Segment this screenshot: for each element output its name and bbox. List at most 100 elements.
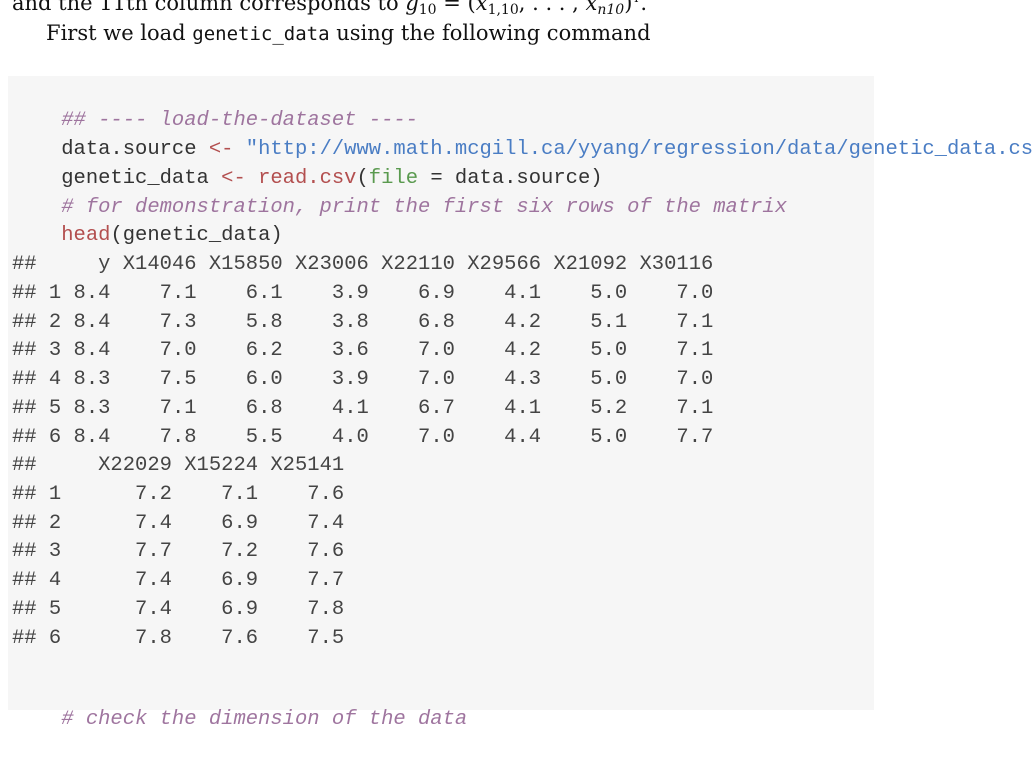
table-cell: 7.8 <box>85 626 172 650</box>
code-line-demo-comment: # for demonstration, print the first six… <box>12 165 787 219</box>
table-cell: 3.8 <box>282 310 369 334</box>
table-cell: 8.4 <box>61 281 111 305</box>
table-cell: 7.6 <box>258 482 345 506</box>
code-line-read-csv: genetic_data <- read.csv(file = data.sou… <box>12 136 602 190</box>
output-table-row: ## 6 7.8 7.6 7.5 <box>12 625 344 654</box>
column-header: X22029 <box>85 454 172 477</box>
table-cell: 7.1 <box>110 397 197 420</box>
table-cell: 5.0 <box>541 368 628 392</box>
column-header: X15224 <box>171 454 259 477</box>
row-index: 2 <box>48 310 62 334</box>
table-cell: 3.6 <box>282 339 369 363</box>
output-prefix: ## <box>12 281 49 305</box>
math-g: g <box>405 0 419 15</box>
row-index: 5 <box>48 397 62 420</box>
output-table-row: ## 2 7.4 6.9 7.4 <box>12 510 344 539</box>
table-cell: 8.4 <box>61 310 111 334</box>
math-xn: x <box>585 0 598 15</box>
table-cell: 7.7 <box>258 569 345 593</box>
table-cell: 5.8 <box>196 310 283 334</box>
table-cell: 4.0 <box>282 425 369 449</box>
row-index: 6 <box>48 425 62 449</box>
row-index: 4 <box>48 569 86 593</box>
output-prefix: ## <box>12 368 49 392</box>
output-prefix: ## <box>12 569 49 593</box>
table-cell: 6.9 <box>368 281 455 305</box>
output-table-row: ## 5 8.3 7.1 6.8 4.1 6.7 4.1 5.2 7.1 <box>12 395 713 424</box>
output-table-row: ## 6 8.4 7.8 5.5 4.0 7.0 4.4 5.0 7.7 <box>12 424 713 453</box>
table-cell: 4.1 <box>282 397 369 420</box>
output-table-row: ## 4 8.3 7.5 6.0 3.9 7.0 4.3 5.0 7.0 <box>12 366 713 395</box>
prose-text: and the 11th column corresponds to <box>12 0 406 15</box>
table-cell: 6.8 <box>368 310 455 334</box>
table-cell: 4.4 <box>454 425 542 449</box>
inline-code-genetic-data: genetic_data <box>192 23 330 45</box>
output-prefix: ## <box>12 425 49 449</box>
table-cell: 7.1 <box>171 482 259 506</box>
table-cell: 3.9 <box>282 281 369 305</box>
argument-value: genetic_data <box>122 223 271 247</box>
column-header: X15850 <box>196 253 283 276</box>
table-cell: 6.7 <box>368 397 455 420</box>
table-cell: 4.3 <box>454 368 542 392</box>
table-cell: 7.8 <box>110 425 197 449</box>
table-cell: 7.0 <box>627 281 714 305</box>
math-x1: x <box>475 0 488 15</box>
code-line-dim-comment: # check the dimension of the data <box>12 677 467 731</box>
output-prefix: ## <box>12 310 49 334</box>
code-line-data-source: data.source <- "http://www.math.mcgill.c… <box>12 107 1032 161</box>
table-cell: 7.1 <box>627 310 714 334</box>
table-cell: 7.8 <box>258 598 345 621</box>
table-cell: 7.6 <box>258 540 345 564</box>
table-cell: 6.9 <box>171 569 259 593</box>
code-chunk-label-comment: ## ---- load-the-dataset ---- <box>12 78 418 132</box>
output-prefix: ## <box>12 598 49 621</box>
row-index: 2 <box>48 511 86 535</box>
table-cell: 4.2 <box>454 310 542 334</box>
table-cell: 6.1 <box>196 281 283 305</box>
row-index: 3 <box>48 540 86 564</box>
output-table-row: ## 1 8.4 7.1 6.1 3.9 6.9 4.1 5.0 7.0 <box>12 280 713 309</box>
row-index: 1 <box>48 281 62 305</box>
table-cell: 7.4 <box>85 569 172 593</box>
table-cell: 7.1 <box>627 339 714 363</box>
output-prefix: ## <box>12 454 86 477</box>
table-cell: 7.0 <box>110 339 197 363</box>
table-cell: 6.2 <box>196 339 283 363</box>
code-chunk: ## ---- load-the-dataset ---- data.sourc… <box>8 76 1032 731</box>
table-cell: 8.4 <box>61 425 111 449</box>
column-header: X29566 <box>454 253 542 276</box>
table-cell: 7.6 <box>171 626 259 650</box>
output-header-row: ## y X14046 X15850 X23006 X22110 X29566 … <box>12 251 713 280</box>
table-cell: 4.1 <box>454 397 542 420</box>
table-cell: 7.5 <box>258 626 345 650</box>
table-cell: 7.0 <box>368 425 455 449</box>
column-header: X21092 <box>541 253 628 276</box>
code-line-head: head(genetic_data) <box>12 193 282 247</box>
output-table-row: ## 1 7.2 7.1 7.6 <box>12 481 344 510</box>
column-header: y <box>61 253 111 276</box>
table-cell: 7.7 <box>85 540 172 564</box>
output-prefix: ## <box>12 540 49 564</box>
output-prefix: ## <box>12 339 49 363</box>
output-table-row: ## 2 8.4 7.3 5.8 3.8 6.8 4.2 5.1 7.1 <box>12 309 713 338</box>
table-cell: 6.8 <box>196 397 283 420</box>
table-cell: 5.5 <box>196 425 283 449</box>
column-header: X14046 <box>110 253 197 276</box>
table-cell: 7.0 <box>627 368 714 392</box>
comment-text: # check the dimension of the data <box>61 707 468 731</box>
output-prefix: ## <box>12 626 49 650</box>
row-index: 1 <box>48 482 86 506</box>
output-prefix: ## <box>12 397 49 420</box>
prose-text: First we load <box>46 21 193 45</box>
table-cell: 7.2 <box>85 482 172 506</box>
table-cell: 6.9 <box>171 598 259 621</box>
output-table-row: ## 3 7.7 7.2 7.6 <box>12 538 344 567</box>
math-equals: = ( <box>436 0 476 15</box>
output-table-row: ## 4 7.4 6.9 7.7 <box>12 567 344 596</box>
table-cell: 7.3 <box>110 310 197 334</box>
table-cell: 7.4 <box>258 511 345 535</box>
table-cell: 5.1 <box>541 310 628 334</box>
math-x1-subscript: 1,10 <box>487 2 519 18</box>
table-cell: 7.0 <box>368 339 455 363</box>
